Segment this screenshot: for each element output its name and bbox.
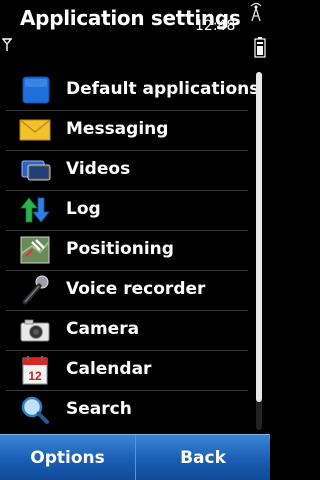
envelope-icon	[19, 119, 51, 141]
list-item-label: Default applications	[66, 79, 260, 99]
signal-antenna-icon	[2, 38, 12, 51]
scrollbar-thumb[interactable]	[256, 72, 262, 402]
list-item-log[interactable]: Log	[0, 190, 250, 230]
list-item-label: Search	[66, 399, 132, 419]
network-tower-icon	[250, 2, 262, 22]
video-player-icon	[21, 160, 51, 181]
list-item-label: Positioning	[66, 239, 174, 259]
list-item-label: Messaging	[66, 119, 169, 139]
list-item-label: Voice recorder	[66, 279, 206, 299]
softkey-bar: Options Back	[0, 434, 270, 480]
list-item-label: Calendar	[66, 359, 152, 379]
battery-icon	[254, 37, 266, 58]
list-item-label: Videos	[66, 159, 131, 179]
calendar-day: 12	[28, 369, 42, 383]
log-arrows-icon	[20, 197, 50, 223]
list-item-camera[interactable]: Camera	[0, 310, 250, 350]
list-item-positioning[interactable]: Positioning	[0, 230, 250, 270]
calendar-icon: 12	[22, 356, 48, 385]
list-item-voice-recorder[interactable]: Voice recorder	[0, 270, 250, 310]
list-item-videos[interactable]: Videos	[0, 150, 250, 190]
camera-icon	[20, 319, 50, 342]
options-button[interactable]: Options	[0, 435, 135, 480]
clock: 12:48	[195, 18, 236, 34]
back-button[interactable]: Back	[135, 435, 270, 480]
list-item-messaging[interactable]: Messaging	[0, 110, 250, 150]
settings-list: Default applications Messaging Videos Lo…	[0, 70, 270, 432]
list-item-default-applications[interactable]: Default applications	[0, 70, 259, 110]
list-item-label: Log	[66, 199, 101, 219]
status-bar: Application settings 12:48	[0, 0, 270, 62]
microphone-icon	[22, 275, 49, 305]
list-item-calendar[interactable]: 12 Calendar	[0, 350, 250, 390]
magnifier-icon	[21, 396, 49, 424]
blue-square-icon	[22, 76, 50, 104]
satellite-icon	[20, 236, 50, 264]
list-item-label: Camera	[66, 319, 140, 339]
list-item-search[interactable]: Search	[0, 390, 250, 430]
